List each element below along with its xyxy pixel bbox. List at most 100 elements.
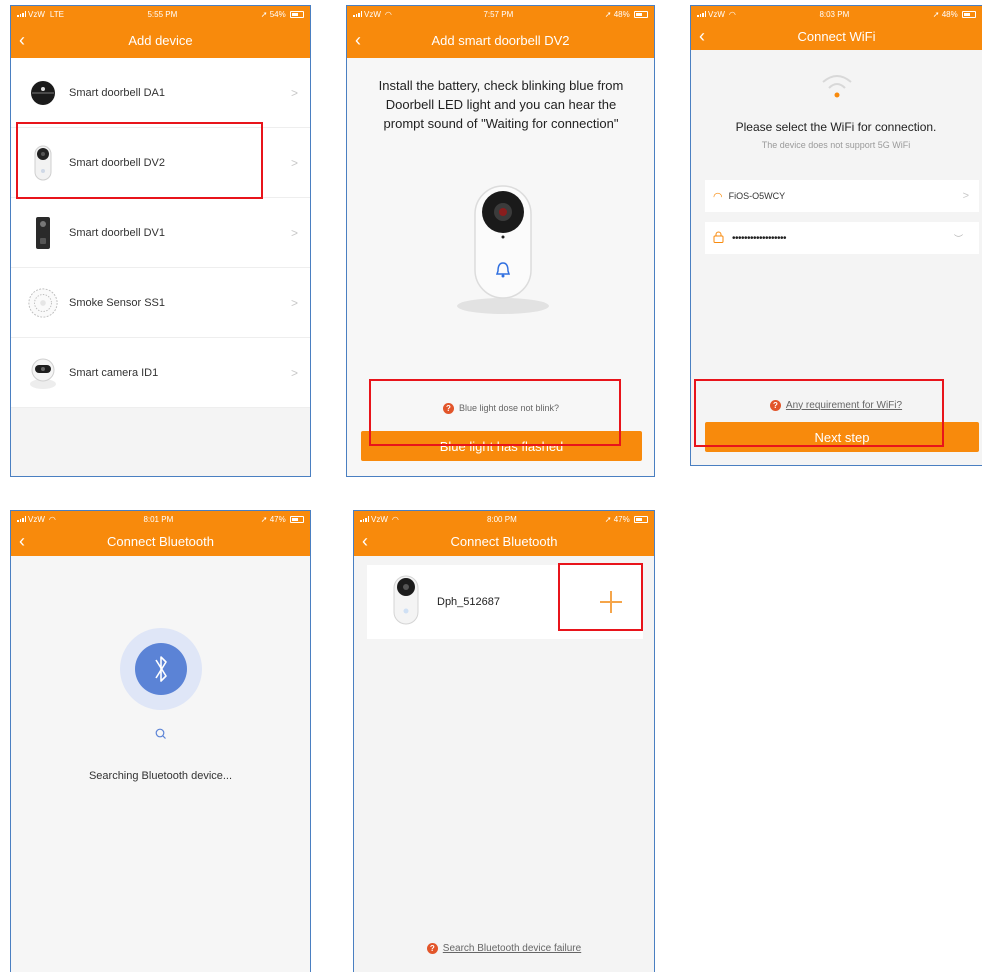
carrier: VzW [708, 9, 725, 19]
battery-icon [633, 515, 648, 523]
signal-icon [360, 516, 369, 522]
back-chevron-icon[interactable]: ‹ [19, 22, 25, 58]
doorbell-dv2-icon [393, 575, 419, 630]
back-chevron-icon[interactable]: ‹ [19, 527, 25, 556]
page-title: Connect Bluetooth [450, 534, 558, 549]
battery-icon [961, 10, 976, 18]
wifi-icon: ◠ [728, 9, 736, 19]
location-icon: ➚ [260, 514, 268, 524]
ssid-field[interactable]: ◠ FiOS-O5WCY > [705, 180, 979, 212]
battery-icon [289, 10, 304, 18]
battery-percent: 54% [269, 9, 286, 19]
carrier: VzW [28, 514, 45, 524]
searching-text: Searching Bluetooth device... [88, 770, 233, 782]
smoke-sensor-icon [27, 283, 59, 323]
ssid-value: FiOS-O5WCY [728, 191, 786, 201]
nav-bar: ‹ Connect WiFi [691, 22, 982, 50]
bluetooth-icon [118, 626, 204, 712]
screen-connect-bluetooth-searching: VzW ◠ 8:01 PM ➚ 47% ‹ Connect Bluetooth … [10, 510, 311, 972]
wifi-subheading: The device does not support 5G WiFi [761, 140, 911, 150]
question-icon: ? [426, 942, 438, 954]
wifi-icon: ◠ [391, 514, 399, 524]
battery-percent: 47% [269, 514, 286, 524]
password-value: •••••••••••••••••• [732, 232, 787, 244]
nav-bar: ‹ Add device [11, 22, 310, 58]
location-icon: ➚ [604, 9, 612, 19]
battery-percent: 48% [941, 9, 958, 19]
back-chevron-icon[interactable]: ‹ [355, 22, 361, 58]
wifi-icon: ◠ [713, 190, 723, 203]
screen-add-doorbell-dv2: VzW ◠ 7:57 PM ➚ 48% ‹ Add smart doorbell… [346, 5, 655, 477]
nav-bar: ‹ Add smart doorbell DV2 [347, 22, 654, 58]
status-bar: VzW LTE 5:55 PM ➚ 54% [11, 6, 310, 22]
nav-bar: ‹ Connect Bluetooth [11, 527, 310, 556]
clock: 7:57 PM [483, 9, 514, 19]
signal-icon [17, 516, 26, 522]
status-bar: VzW ◠ 7:57 PM ➚ 48% [347, 6, 654, 22]
screen-add-device: VzW LTE 5:55 PM ➚ 54% ‹ Add device Smart… [10, 5, 311, 477]
page-title: Connect Bluetooth [107, 534, 214, 549]
device-name: Smart doorbell DA1 [69, 86, 165, 99]
page-title: Add device [128, 32, 193, 48]
eye-closed-icon[interactable]: ︶ [954, 232, 963, 245]
screen-connect-wifi: VzW ◠ 8:03 PM ➚ 48% ‹ Connect WiFi Pleas… [690, 5, 982, 466]
carrier: VzW [364, 9, 381, 19]
highlight-box [694, 379, 944, 447]
battery-percent: 47% [613, 514, 630, 524]
page-title: Connect WiFi [797, 28, 876, 44]
screen-connect-bluetooth-found: VzW ◠ 8:00 PM ➚ 47% ‹ Connect Bluetooth … [353, 510, 655, 972]
carrier: VzW [371, 514, 388, 524]
wifi-heading: Please select the WiFi for connection. [735, 120, 937, 134]
chevron-right-icon: > [290, 85, 298, 100]
status-bar: VzW ◠ 8:01 PM ➚ 47% [11, 511, 310, 527]
signal-icon [697, 11, 706, 17]
device-row-ss1[interactable]: Smoke Sensor SS1 > [11, 268, 310, 338]
doorbell-illustration [443, 182, 563, 322]
instruction-text: Install the battery, check blinking blue… [378, 78, 624, 131]
clock: 5:55 PM [147, 9, 178, 19]
smart-camera-icon [27, 353, 59, 393]
clock: 8:01 PM [143, 514, 174, 524]
device-list: Smart doorbell DA1 > Smart doorbell DV2 … [11, 58, 310, 408]
highlight-box [558, 563, 643, 631]
wifi-signal-icon [819, 70, 855, 100]
doorbell-da1-icon [27, 73, 59, 113]
location-icon: ➚ [604, 514, 612, 524]
device-row-da1[interactable]: Smart doorbell DA1 > [11, 58, 310, 128]
device-row-id1[interactable]: Smart camera ID1 > [11, 338, 310, 408]
page-title: Add smart doorbell DV2 [431, 32, 570, 48]
status-bar: VzW ◠ 8:00 PM ➚ 47% [354, 511, 654, 527]
battery-icon [289, 515, 304, 523]
clock: 8:03 PM [819, 9, 850, 19]
doorbell-dv1-icon [27, 213, 59, 253]
back-chevron-icon[interactable]: ‹ [699, 22, 705, 50]
device-name: Smoke Sensor SS1 [69, 296, 165, 309]
location-icon: ➚ [932, 9, 940, 19]
search-icon [141, 727, 181, 745]
clock: 8:00 PM [486, 514, 517, 524]
wifi-icon: ◠ [48, 514, 56, 524]
chevron-right-icon: > [290, 155, 298, 170]
back-chevron-icon[interactable]: ‹ [362, 527, 368, 556]
highlight-box [369, 379, 621, 446]
battery-percent: 48% [613, 9, 630, 19]
chevron-right-icon: > [290, 365, 298, 380]
lock-icon [713, 231, 724, 246]
device-name: Smart camera ID1 [69, 366, 159, 379]
status-bar: VzW ◠ 8:03 PM ➚ 48% [691, 6, 982, 22]
carrier: VzW [28, 9, 45, 19]
wifi-icon: ◠ [384, 9, 392, 19]
help-link[interactable]: ? Search Bluetooth device failure [354, 940, 654, 956]
device-name: Smart doorbell DV1 [69, 226, 165, 239]
device-row-dv1[interactable]: Smart doorbell DV1 > [11, 198, 310, 268]
highlight-box [16, 122, 263, 199]
found-device-name: Dph_512687 [437, 596, 501, 608]
signal-icon [17, 11, 26, 17]
battery-icon [633, 10, 648, 18]
signal-icon [353, 11, 362, 17]
password-field[interactable]: •••••••••••••••••• ︶ [705, 222, 979, 254]
location-icon: ➚ [260, 9, 268, 19]
help-text: Search Bluetooth device failure [442, 942, 582, 954]
chevron-right-icon: > [290, 225, 298, 240]
network-type: LTE [49, 9, 64, 19]
